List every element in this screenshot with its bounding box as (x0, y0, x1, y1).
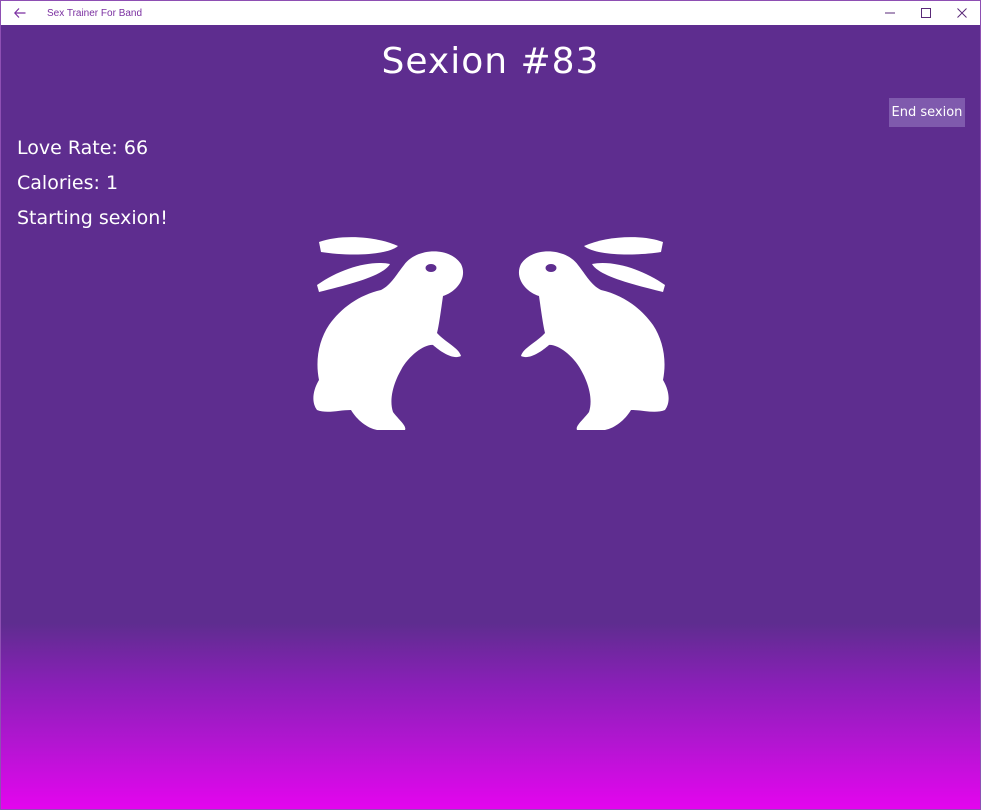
session-stats: Love Rate: 66 Calories: 1 Starting sexio… (17, 131, 168, 236)
minimize-button[interactable] (872, 1, 908, 25)
right-bunny-icon (518, 237, 669, 430)
end-session-button[interactable]: End sexion (889, 98, 965, 127)
close-icon (957, 8, 967, 18)
love-rate-value: 66 (123, 137, 149, 159)
minimize-icon (885, 12, 895, 14)
arrow-left-icon (14, 8, 26, 18)
close-button[interactable] (944, 1, 980, 25)
status-text: Starting sexion! (17, 207, 168, 229)
love-rate-label: Love Rate: (17, 137, 118, 159)
app-window: Sex Trainer For Band Sexion #83 End sexi… (0, 0, 981, 810)
maximize-button[interactable] (908, 1, 944, 25)
bunnies-icon (313, 237, 669, 430)
calories-label: Calories: (17, 172, 100, 194)
calories-value: 1 (105, 172, 119, 194)
love-rate-row: Love Rate: 66 (17, 131, 168, 166)
title-bar: Sex Trainer For Band (1, 1, 980, 25)
maximize-icon (921, 8, 931, 18)
back-button[interactable] (1, 1, 39, 25)
session-screen: Sexion #83 End sexion Love Rate: 66 Calo… (1, 25, 980, 809)
app-title: Sex Trainer For Band (47, 7, 143, 19)
left-bunny-icon (313, 237, 464, 430)
calories-row: Calories: 1 (17, 166, 168, 201)
page-title: Sexion #83 (381, 41, 600, 82)
window-controls (872, 1, 980, 25)
